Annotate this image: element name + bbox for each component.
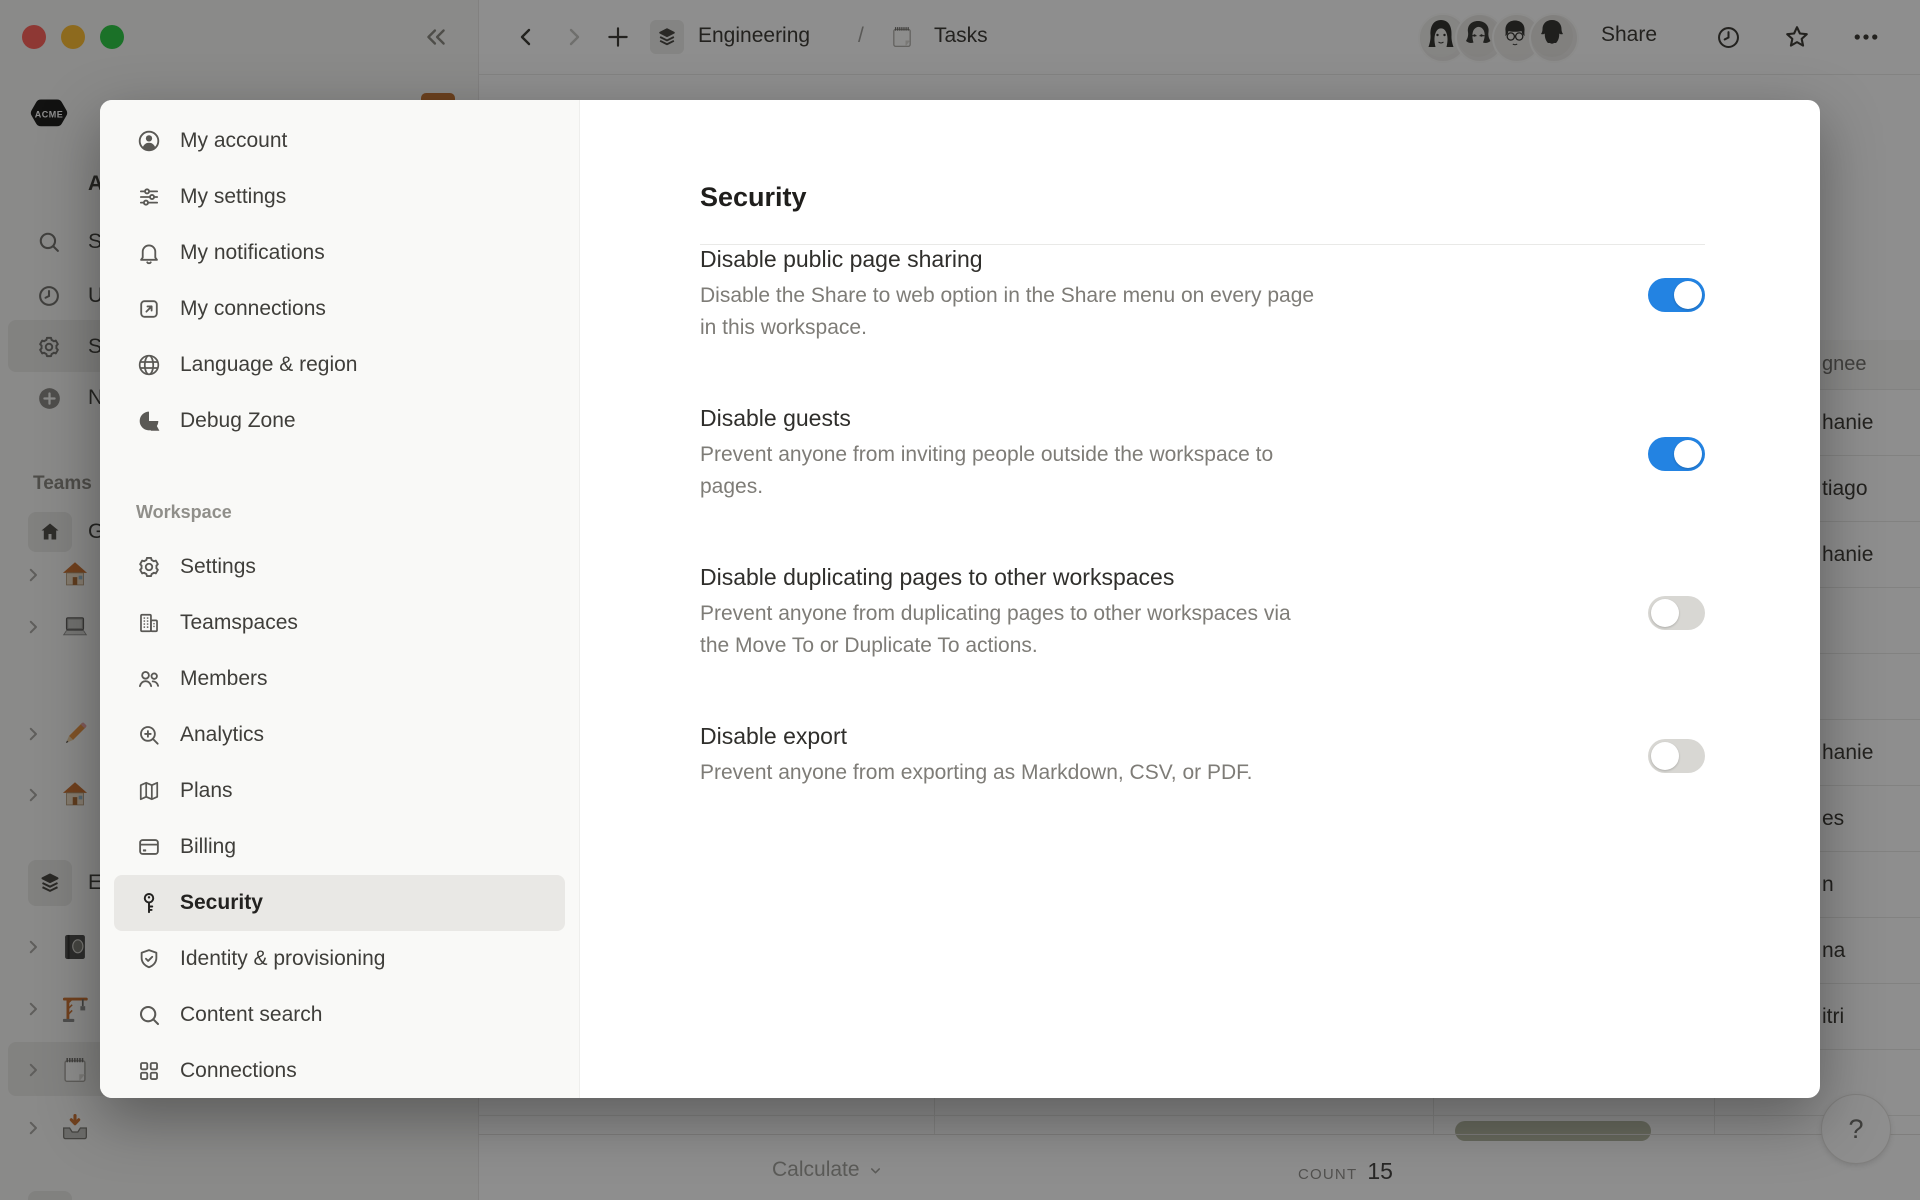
- setting-description: Prevent anyone from inviting people outs…: [700, 439, 1460, 503]
- menu-label: Settings: [180, 555, 256, 579]
- menu-label: My connections: [180, 297, 326, 321]
- menu-label: Analytics: [180, 723, 264, 747]
- magnifier-plus-icon: [136, 722, 162, 748]
- settings-menu-item-my-account[interactable]: My account: [114, 113, 565, 169]
- map-icon: [136, 778, 162, 804]
- settings-modal-sidebar: My account My settings My notifications …: [100, 100, 580, 1098]
- settings-menu-item-settings[interactable]: Settings: [114, 539, 565, 595]
- settings-menu-item-my-connections[interactable]: My connections: [114, 281, 565, 337]
- toggle-disable-guests[interactable]: [1648, 437, 1705, 471]
- settings-menu-item-my-notifications[interactable]: My notifications: [114, 225, 565, 281]
- toggle-knob: [1674, 281, 1702, 309]
- settings-menu-item-connections[interactable]: Connections: [114, 1043, 565, 1098]
- page-title: Security: [700, 181, 1705, 213]
- sliders-icon: [136, 184, 162, 210]
- menu-label: My account: [180, 129, 287, 153]
- globe-icon: [136, 352, 162, 378]
- settings-menu-item-identity-provisioning[interactable]: Identity & provisioning: [114, 931, 565, 987]
- setting-description: Prevent anyone from duplicating pages to…: [700, 598, 1460, 662]
- settings-menu-item-security[interactable]: Security: [114, 875, 565, 931]
- toggle-disable-export[interactable]: [1648, 739, 1705, 773]
- settings-menu-item-members[interactable]: Members: [114, 651, 565, 707]
- menu-label: Connections: [180, 1059, 297, 1083]
- arrow-up-right-square-icon: [136, 296, 162, 322]
- toggle-knob: [1674, 440, 1702, 468]
- app-root: Engineering / Tasks Share: [0, 0, 1920, 1200]
- menu-label: Members: [180, 667, 268, 691]
- setting-title: Disable export: [700, 722, 1460, 750]
- setting-row-disable-export: Disable export Prevent anyone from expor…: [700, 722, 1705, 789]
- settings-menu-item-billing[interactable]: Billing: [114, 819, 565, 875]
- menu-label: Content search: [180, 1003, 322, 1027]
- shapes-icon: [136, 408, 162, 434]
- bell-icon: [136, 240, 162, 266]
- setting-row-disable-public-page-sharing: Disable public page sharing Disable the …: [700, 245, 1705, 344]
- menu-label: Identity & provisioning: [180, 947, 385, 971]
- setting-row-disable-duplicating-pages: Disable duplicating pages to other works…: [700, 563, 1705, 662]
- settings-menu-item-teamspaces[interactable]: Teamspaces: [114, 595, 565, 651]
- settings-menu-item-analytics[interactable]: Analytics: [114, 707, 565, 763]
- person-circle-icon: [136, 128, 162, 154]
- settings-menu-item-debug-zone[interactable]: Debug Zone: [114, 393, 565, 449]
- shield-check-icon: [136, 946, 162, 972]
- key-icon: [136, 890, 162, 916]
- setting-row-disable-guests: Disable guests Prevent anyone from invit…: [700, 404, 1705, 503]
- security-settings-panel: Security Disable public page sharing Dis…: [580, 100, 1820, 1098]
- menu-label: Debug Zone: [180, 409, 296, 433]
- toggle-knob: [1651, 742, 1679, 770]
- menu-label: Billing: [180, 835, 236, 859]
- settings-menu-item-my-settings[interactable]: My settings: [114, 169, 565, 225]
- menu-label: Teamspaces: [180, 611, 298, 635]
- setting-description: Disable the Share to web option in the S…: [700, 280, 1460, 344]
- settings-modal: My account My settings My notifications …: [100, 100, 1820, 1098]
- toggle-disable-public-page-sharing[interactable]: [1648, 278, 1705, 312]
- settings-menu-item-language-region[interactable]: Language & region: [114, 337, 565, 393]
- setting-description: Prevent anyone from exporting as Markdow…: [700, 757, 1460, 789]
- menu-label: My notifications: [180, 241, 325, 265]
- grid-icon: [136, 1058, 162, 1084]
- workspace-section-label: Workspace: [136, 502, 579, 523]
- setting-title: Disable public page sharing: [700, 245, 1460, 273]
- toggle-knob: [1651, 599, 1679, 627]
- credit-card-icon: [136, 834, 162, 860]
- menu-label: Plans: [180, 779, 233, 803]
- buildings-icon: [136, 610, 162, 636]
- setting-title: Disable guests: [700, 404, 1460, 432]
- gear-icon: [136, 554, 162, 580]
- settings-menu-item-plans[interactable]: Plans: [114, 763, 565, 819]
- search-icon: [136, 1002, 162, 1028]
- people-icon: [136, 666, 162, 692]
- menu-label: Security: [180, 891, 263, 915]
- menu-label: Language & region: [180, 353, 358, 377]
- toggle-disable-duplicating-pages[interactable]: [1648, 596, 1705, 630]
- setting-title: Disable duplicating pages to other works…: [700, 563, 1460, 591]
- menu-label: My settings: [180, 185, 286, 209]
- settings-menu-item-content-search[interactable]: Content search: [114, 987, 565, 1043]
